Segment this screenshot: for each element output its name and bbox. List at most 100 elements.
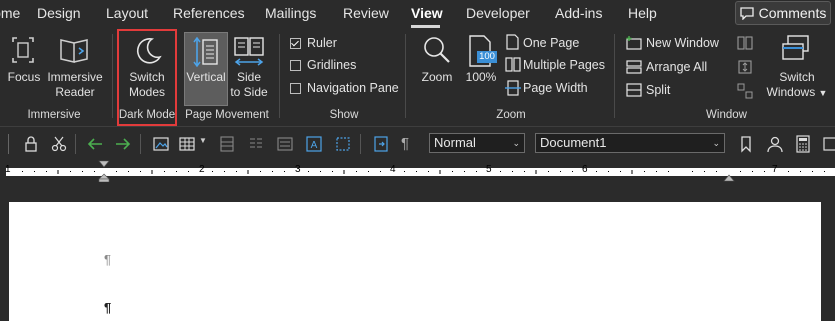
tab-layout[interactable]: Layout bbox=[106, 5, 148, 21]
comments-button[interactable]: Comments bbox=[735, 1, 831, 25]
highlight-box bbox=[117, 29, 177, 126]
ruler-number: 2 bbox=[199, 164, 205, 175]
immersive-reader-button[interactable]: Immersive Reader bbox=[45, 70, 105, 100]
right-indent-marker-icon[interactable] bbox=[723, 174, 735, 182]
side-to-side-label-1: Side bbox=[236, 70, 262, 84]
multiple-pages-button[interactable]: Multiple Pages bbox=[523, 58, 605, 72]
new-window-button[interactable]: New Window bbox=[646, 36, 719, 50]
person-icon[interactable] bbox=[766, 135, 784, 153]
insert-field-icon[interactable] bbox=[372, 135, 390, 153]
side-to-side-button[interactable]: Side to Side bbox=[229, 70, 269, 100]
group-label-zoom: Zoom bbox=[496, 109, 526, 121]
document-page[interactable]: ¶ ¶ bbox=[9, 202, 821, 321]
paragraph-mark[interactable]: ¶ bbox=[104, 252, 111, 267]
ruler-number: 5 bbox=[486, 164, 492, 175]
table-layout-icon[interactable] bbox=[218, 135, 236, 153]
navigation-pane-checkbox[interactable] bbox=[290, 83, 301, 94]
ruler-number: 1 bbox=[5, 164, 11, 175]
tab-help[interactable]: Help bbox=[628, 5, 657, 21]
toolbar-separator bbox=[75, 134, 76, 154]
hundred-percent-button[interactable]: 100% bbox=[463, 70, 499, 85]
immersive-reader-label-1: Immersive bbox=[47, 70, 103, 84]
ruler-ticks bbox=[22, 170, 825, 174]
style-dropdown[interactable]: Normal ⌄ bbox=[429, 133, 525, 153]
overflow-icon[interactable] bbox=[822, 135, 835, 153]
group-separator bbox=[614, 34, 615, 118]
horizontal-ruler[interactable]: 1 2 3 4 5 6 7 bbox=[0, 160, 835, 182]
group-separator bbox=[112, 34, 113, 118]
tab-add-ins[interactable]: Add-ins bbox=[555, 5, 602, 21]
chevron-down-icon: ⌄ bbox=[712, 138, 720, 148]
paragraph-mark[interactable]: ¶ bbox=[104, 300, 111, 315]
tab-review[interactable]: Review bbox=[343, 5, 389, 21]
synchronous-scrolling-icon[interactable] bbox=[737, 59, 753, 75]
multiple-pages-icon bbox=[505, 57, 521, 72]
tab-developer[interactable]: Developer bbox=[466, 5, 530, 21]
toolbar-separator bbox=[140, 134, 141, 154]
ruler-number: 3 bbox=[295, 164, 301, 175]
insert-picture-icon[interactable] bbox=[152, 135, 170, 153]
ruler-number: 6 bbox=[582, 164, 588, 175]
document-dropdown-value: Document1 bbox=[540, 135, 607, 150]
vertical-label: Vertical bbox=[186, 70, 226, 84]
selection-pane-icon[interactable] bbox=[334, 135, 352, 153]
back-arrow-icon[interactable] bbox=[86, 135, 104, 153]
focus-button[interactable]: Focus bbox=[6, 70, 42, 85]
zoom-button[interactable]: Zoom bbox=[417, 70, 457, 85]
ruler-number: 4 bbox=[390, 164, 396, 175]
calculator-icon[interactable] bbox=[794, 135, 812, 153]
forward-arrow-icon[interactable] bbox=[114, 135, 132, 153]
group-separator bbox=[405, 34, 406, 118]
text-box-icon[interactable] bbox=[276, 135, 294, 153]
one-page-button[interactable]: One Page bbox=[523, 36, 579, 50]
immersive-reader-label-2: Reader bbox=[55, 85, 95, 99]
tab-design[interactable]: Design bbox=[37, 5, 81, 21]
ruler-label: Ruler bbox=[307, 36, 337, 50]
group-label-window: Window bbox=[706, 109, 747, 121]
quick-access-toolbar: ▼ A ¶ Normal ⌄ Document1 ⌄ bbox=[0, 126, 835, 161]
chevron-down-icon: ⌄ bbox=[512, 138, 520, 148]
indent-marker-icon[interactable] bbox=[98, 160, 110, 182]
view-side-by-side-icon[interactable] bbox=[737, 36, 753, 50]
switch-windows-label-2: Windows bbox=[766, 85, 816, 99]
cut-icon[interactable] bbox=[50, 135, 68, 153]
ribbon-tab-bar: Home Design Layout References Mailings R… bbox=[0, 0, 835, 28]
ruler-strip bbox=[6, 168, 835, 176]
arrange-all-button[interactable]: Arrange All bbox=[646, 60, 707, 74]
bookmark-icon[interactable] bbox=[737, 135, 755, 153]
focus-icon bbox=[12, 37, 34, 63]
gridlines-label: Gridlines bbox=[307, 58, 357, 72]
chevron-down-icon[interactable]: ▼ bbox=[199, 136, 207, 145]
chevron-down-icon: ▼ bbox=[818, 88, 828, 98]
ruler-checkbox[interactable] bbox=[290, 38, 301, 49]
page-width-button[interactable]: Page Width bbox=[523, 81, 588, 95]
show-formatting-marks-icon[interactable]: ¶ bbox=[401, 135, 409, 152]
insert-table-icon[interactable] bbox=[178, 135, 196, 153]
split-button[interactable]: Split bbox=[646, 83, 670, 97]
new-window-icon bbox=[626, 36, 642, 50]
navigation-pane-label: Navigation Pane bbox=[307, 81, 399, 95]
page-width-icon bbox=[505, 80, 521, 96]
immersive-reader-icon bbox=[60, 39, 88, 63]
vertical-page-icon bbox=[193, 36, 218, 68]
toolbar-grip bbox=[8, 134, 9, 154]
svg-text:A: A bbox=[311, 140, 318, 151]
side-to-side-icon bbox=[234, 37, 264, 66]
tab-references[interactable]: References bbox=[173, 5, 245, 21]
style-dropdown-value: Normal bbox=[434, 135, 476, 150]
split-icon bbox=[626, 83, 642, 97]
word-art-icon[interactable]: A bbox=[305, 135, 323, 153]
tab-view[interactable]: View bbox=[411, 5, 443, 21]
document-dropdown[interactable]: Document1 ⌄ bbox=[535, 133, 725, 153]
group-label-immersive: Immersive bbox=[27, 109, 81, 121]
ribbon-view: Focus Immersive Reader Immersive Switch … bbox=[0, 28, 835, 126]
lock-icon[interactable] bbox=[22, 135, 40, 153]
gridlines-checkbox[interactable] bbox=[290, 60, 301, 71]
switch-windows-button[interactable]: Switch Windows ▼ bbox=[762, 70, 832, 101]
columns-icon[interactable] bbox=[247, 135, 265, 153]
reset-window-position-icon[interactable] bbox=[737, 83, 753, 99]
tab-home[interactable]: Home bbox=[0, 5, 20, 21]
switch-windows-label-1: Switch bbox=[779, 70, 815, 84]
group-label-page-movement: Page Movement bbox=[185, 109, 269, 121]
tab-mailings[interactable]: Mailings bbox=[265, 5, 316, 21]
